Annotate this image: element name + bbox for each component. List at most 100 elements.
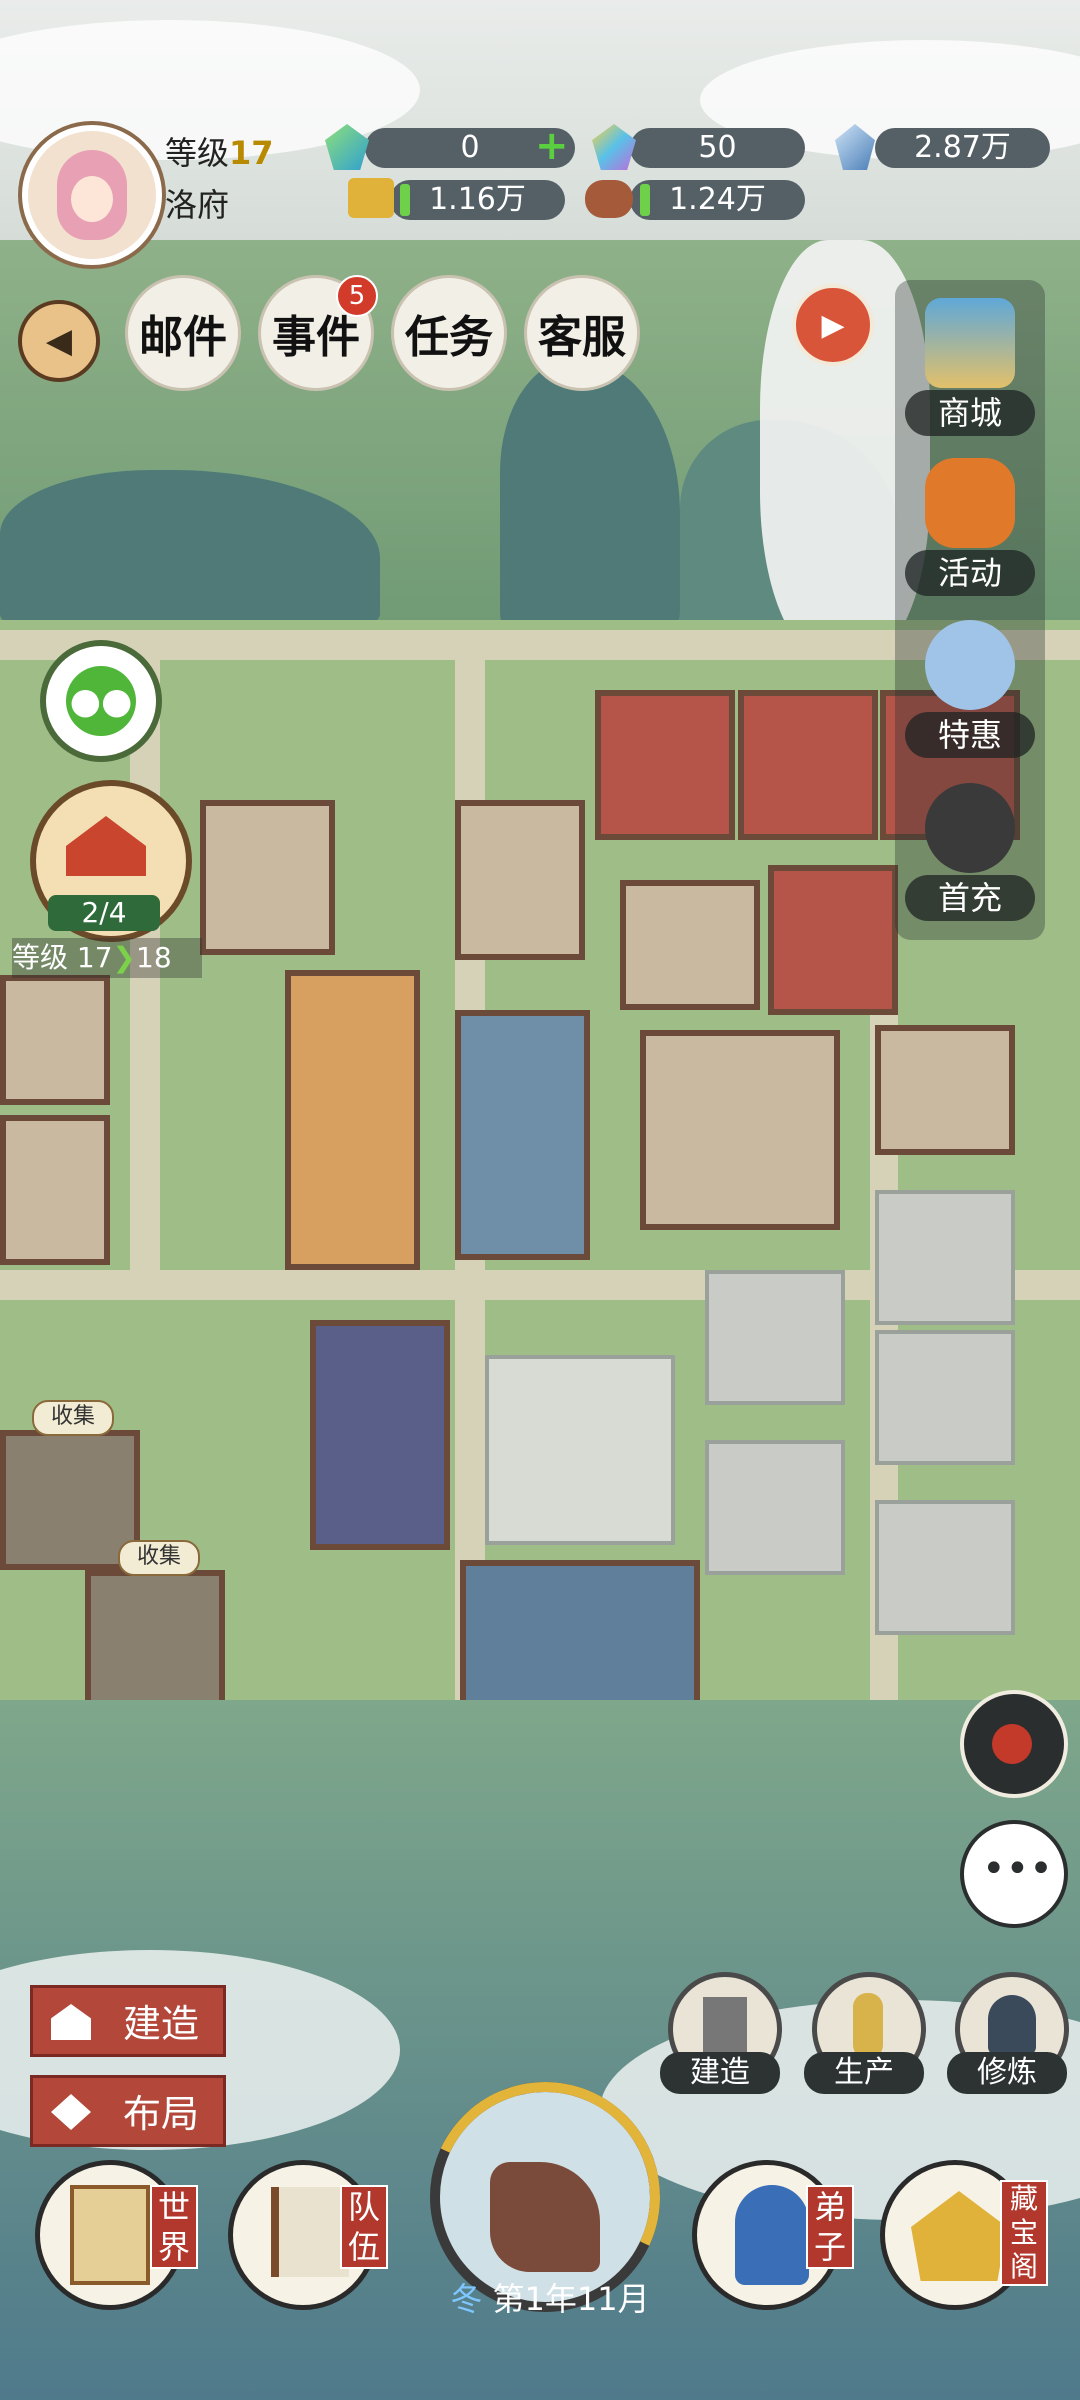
cultivator-icon xyxy=(988,1995,1036,2055)
build-manager-label: 建造 xyxy=(660,2052,780,2094)
top-status-bar: 等级17 洛府 0 + 50 2.87万 1.16万 1.24万 xyxy=(0,0,1080,265)
crystal-icon xyxy=(835,124,875,170)
grid-icon xyxy=(51,2094,91,2130)
gold-storage-bar xyxy=(400,184,410,216)
hammer-icon xyxy=(703,1997,747,2053)
shop-button[interactable]: 商城 xyxy=(895,290,1045,450)
green-gem-value: 0 xyxy=(460,130,480,165)
wechat-button[interactable]: ●● xyxy=(40,640,162,762)
expand-right-button[interactable]: ▶ xyxy=(792,284,874,366)
mail-label: 邮件 xyxy=(139,312,227,363)
chat-button[interactable]: ••• xyxy=(960,1820,1068,1928)
player-level: 等级17 xyxy=(165,128,274,174)
special-offer-button[interactable]: 特惠 xyxy=(895,612,1045,772)
crystal-counter: 2.87万 xyxy=(875,128,1050,168)
wechat-icon: ●● xyxy=(66,666,136,736)
tasks-label: 任务 xyxy=(405,312,493,363)
building-dormitory[interactable] xyxy=(738,690,878,840)
training-yard[interactable] xyxy=(705,1440,845,1575)
chevron-left-icon: ◀ xyxy=(45,321,73,361)
lantern-icon xyxy=(925,458,1015,548)
chevron-right-icon: ▶ xyxy=(821,307,845,343)
chat-bubble-icon: ••• xyxy=(982,1846,1053,1892)
building-workshop[interactable] xyxy=(0,975,110,1105)
training-yard[interactable] xyxy=(875,1500,1015,1635)
support-button[interactable]: 客服 xyxy=(524,275,640,391)
collapse-left-button[interactable]: ◀ xyxy=(18,300,100,382)
level-label: 等级 xyxy=(165,134,230,172)
building-portal-shrine[interactable] xyxy=(310,1320,450,1550)
first-recharge-button[interactable]: 首充 xyxy=(895,775,1045,935)
production-manager-label: 生产 xyxy=(804,2052,924,2094)
collect-label[interactable]: 收集 xyxy=(32,1400,114,1436)
building-dormitory[interactable] xyxy=(595,690,735,840)
build-label: 建造 xyxy=(123,2002,200,2046)
building-storehouse[interactable] xyxy=(875,1025,1015,1155)
tasks-button[interactable]: 任务 xyxy=(391,275,507,391)
building-main-hall[interactable] xyxy=(285,970,420,1270)
collect-label[interactable]: 收集 xyxy=(118,1540,200,1576)
cultivation-manager-label: 修炼 xyxy=(947,2052,1067,2094)
building-pavilion[interactable] xyxy=(620,880,760,1010)
nav-disciples-label: 弟子 xyxy=(806,2185,854,2269)
nav-team-label: 队伍 xyxy=(340,2185,388,2269)
treasure-pavilion-icon xyxy=(911,2191,1007,2281)
nav-world-label: 世界 xyxy=(150,2185,198,2269)
sect-level-upgrade: 等级 17❯18 xyxy=(12,938,202,978)
first-recharge-icon xyxy=(925,783,1015,873)
date-label: 第1年11月 xyxy=(492,2280,650,2318)
level-value: 17 xyxy=(229,134,274,172)
rainbow-gem-counter: 50 xyxy=(630,128,805,168)
game-date: 冬 第1年11月 xyxy=(440,2275,660,2323)
wheat-icon xyxy=(853,1993,883,2059)
layout-button[interactable]: 布局 xyxy=(30,2075,226,2147)
discount-girl-icon xyxy=(925,620,1015,710)
sect-progress: 2/4 xyxy=(48,895,160,931)
gold-counter: 1.16万 xyxy=(390,180,565,220)
scroll-map-icon xyxy=(70,2185,150,2285)
activity-label: 活动 xyxy=(905,550,1035,596)
training-yard[interactable] xyxy=(875,1190,1015,1325)
wood-log-icon xyxy=(585,180,633,218)
building-kitchen[interactable] xyxy=(640,1030,840,1230)
gold-ingot-icon xyxy=(348,178,394,218)
player-avatar[interactable] xyxy=(22,125,162,265)
training-yard[interactable] xyxy=(875,1330,1015,1465)
building-hall[interactable] xyxy=(200,800,335,955)
central-plaza[interactable] xyxy=(485,1355,675,1545)
sect-level-from: 等级 17 xyxy=(12,941,113,974)
rainbow-gem-value: 50 xyxy=(698,130,737,165)
building-altar[interactable] xyxy=(85,1570,225,1720)
disciple-icon xyxy=(735,2185,809,2285)
training-yard[interactable] xyxy=(705,1270,845,1405)
player-name: 洛府 xyxy=(165,186,230,224)
gold-value: 1.16万 xyxy=(429,182,526,217)
shop-icon xyxy=(925,298,1015,388)
building-pagoda[interactable] xyxy=(455,1010,590,1260)
gift-button[interactable] xyxy=(960,1690,1068,1798)
building-library[interactable] xyxy=(455,800,585,960)
avatar-portrait xyxy=(57,150,127,240)
gift-orb-icon xyxy=(992,1724,1032,1764)
shop-label: 商城 xyxy=(905,390,1035,436)
arrow-right-icon: ❯ xyxy=(112,941,136,974)
sect-level-to: 18 xyxy=(136,941,172,974)
green-gem-icon xyxy=(325,124,369,170)
wood-counter: 1.24万 xyxy=(630,180,805,220)
pavilion-icon xyxy=(66,816,146,876)
first-recharge-label: 首充 xyxy=(905,875,1035,921)
house-icon xyxy=(51,2004,91,2040)
season-label: 冬 xyxy=(450,2280,483,2318)
activity-button[interactable]: 活动 xyxy=(895,450,1045,610)
layout-label: 布局 xyxy=(123,2092,200,2136)
flag-icon xyxy=(271,2187,349,2277)
wood-value: 1.24万 xyxy=(669,182,766,217)
events-badge: 5 xyxy=(336,275,378,317)
special-offer-label: 特惠 xyxy=(905,712,1035,758)
mail-button[interactable]: 邮件 xyxy=(125,275,241,391)
support-label: 客服 xyxy=(538,312,626,363)
build-button[interactable]: 建造 xyxy=(30,1985,226,2057)
add-gem-button[interactable]: + xyxy=(535,126,569,166)
building-dormitory[interactable] xyxy=(768,865,898,1015)
building-forge[interactable] xyxy=(0,1115,110,1265)
